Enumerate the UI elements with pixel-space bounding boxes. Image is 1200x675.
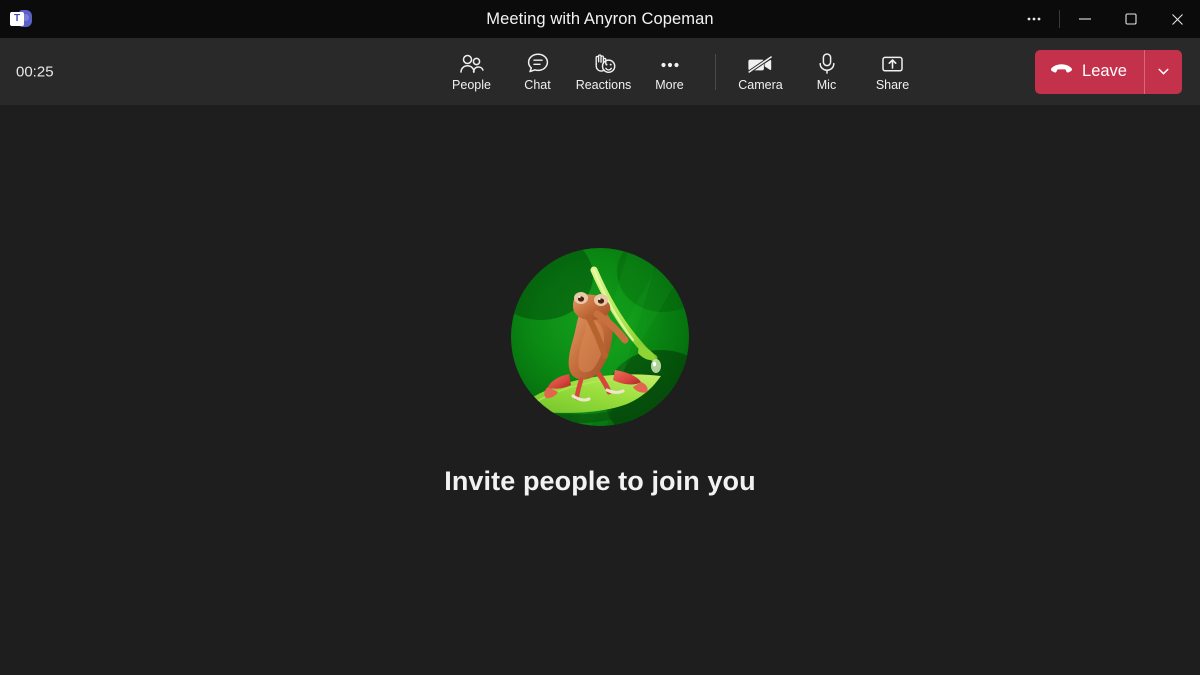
leave-label: Leave xyxy=(1082,62,1127,80)
mic-label: Mic xyxy=(816,78,837,92)
people-label: People xyxy=(452,78,491,92)
share-screen-icon xyxy=(880,51,905,75)
camera-label: Camera xyxy=(738,78,783,92)
chat-icon xyxy=(526,51,550,75)
leave-options-chevron-down-icon[interactable] xyxy=(1144,49,1182,94)
more-ellipsis-icon xyxy=(658,51,682,75)
avatar-photo-frog xyxy=(510,247,689,426)
hangup-phone-icon xyxy=(1050,62,1073,81)
avatar xyxy=(510,247,689,426)
minimize-icon[interactable] xyxy=(1062,0,1108,38)
titlebar-more-icon[interactable] xyxy=(1011,0,1057,38)
mic-button[interactable]: Mic xyxy=(794,43,860,101)
titlebar-divider xyxy=(1059,10,1060,28)
camera-button[interactable]: Camera xyxy=(728,43,794,101)
share-label: Share xyxy=(875,78,910,92)
meeting-timer: 00:25 xyxy=(16,63,54,80)
leave-button-group: Leave xyxy=(1035,49,1182,94)
toolbar-controls: People Chat Reactions More Camera Mic Sh… xyxy=(439,38,926,105)
people-icon xyxy=(459,51,484,75)
more-button[interactable]: More xyxy=(637,43,703,101)
invite-message: Invite people to join you xyxy=(444,465,756,496)
more-label: More xyxy=(655,78,684,92)
microphone-icon xyxy=(816,51,838,75)
close-icon[interactable] xyxy=(1154,0,1200,38)
title-bar: T Meeting with Anyron Copeman xyxy=(0,0,1200,38)
teams-logo-letter: T xyxy=(10,12,24,26)
camera-off-icon xyxy=(747,51,774,75)
window-controls xyxy=(1011,0,1200,38)
reactions-button[interactable]: Reactions xyxy=(571,43,637,101)
leave-button[interactable]: Leave xyxy=(1035,50,1144,94)
meeting-stage: Invite people to join you xyxy=(0,105,1200,675)
teams-logo-icon: T xyxy=(10,8,32,30)
people-button[interactable]: People xyxy=(439,43,505,101)
reactions-label: Reactions xyxy=(575,78,632,92)
share-button[interactable]: Share xyxy=(860,43,926,101)
reactions-icon xyxy=(591,51,617,75)
chat-label: Chat xyxy=(524,78,551,92)
meeting-toolbar: 00:25 People Chat Reactions More Camera … xyxy=(0,38,1200,105)
toolbar-divider xyxy=(714,53,716,90)
chat-button[interactable]: Chat xyxy=(505,43,571,101)
maximize-icon[interactable] xyxy=(1108,0,1154,38)
